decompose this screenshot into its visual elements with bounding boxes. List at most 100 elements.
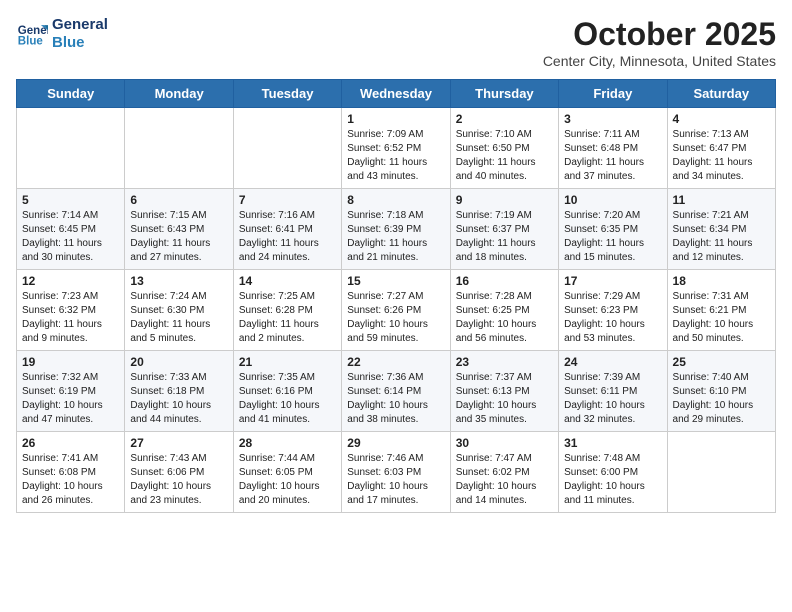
day-number: 24 [564,355,661,369]
calendar-cell: 14 Sunrise: 7:25 AMSunset: 6:28 PMDaylig… [233,270,341,351]
calendar-cell: 18 Sunrise: 7:31 AMSunset: 6:21 PMDaylig… [667,270,775,351]
day-info: Sunrise: 7:48 AMSunset: 6:00 PMDaylight:… [564,452,661,508]
day-info: Sunrise: 7:18 AMSunset: 6:39 PMDaylight:… [347,209,444,265]
day-info: Sunrise: 7:13 AMSunset: 6:47 PMDaylight:… [673,128,770,184]
day-number: 15 [347,274,444,288]
day-info: Sunrise: 7:40 AMSunset: 6:10 PMDaylight:… [673,371,770,427]
calendar-cell: 8 Sunrise: 7:18 AMSunset: 6:39 PMDayligh… [342,189,450,270]
day-info: Sunrise: 7:46 AMSunset: 6:03 PMDaylight:… [347,452,444,508]
calendar-cell: 15 Sunrise: 7:27 AMSunset: 6:26 PMDaylig… [342,270,450,351]
calendar-cell: 16 Sunrise: 7:28 AMSunset: 6:25 PMDaylig… [450,270,558,351]
column-header-saturday: Saturday [667,80,775,108]
day-number: 7 [239,193,336,207]
day-number: 14 [239,274,336,288]
calendar-cell [667,432,775,513]
calendar-cell: 5 Sunrise: 7:14 AMSunset: 6:45 PMDayligh… [17,189,125,270]
day-info: Sunrise: 7:19 AMSunset: 6:37 PMDaylight:… [456,209,553,265]
calendar-header-row: SundayMondayTuesdayWednesdayThursdayFrid… [17,80,776,108]
calendar-cell: 12 Sunrise: 7:23 AMSunset: 6:32 PMDaylig… [17,270,125,351]
calendar-cell: 17 Sunrise: 7:29 AMSunset: 6:23 PMDaylig… [559,270,667,351]
calendar-cell: 4 Sunrise: 7:13 AMSunset: 6:47 PMDayligh… [667,108,775,189]
day-info: Sunrise: 7:36 AMSunset: 6:14 PMDaylight:… [347,371,444,427]
day-info: Sunrise: 7:28 AMSunset: 6:25 PMDaylight:… [456,290,553,346]
logo-blue: Blue [52,34,108,52]
day-info: Sunrise: 7:27 AMSunset: 6:26 PMDaylight:… [347,290,444,346]
day-number: 25 [673,355,770,369]
day-info: Sunrise: 7:47 AMSunset: 6:02 PMDaylight:… [456,452,553,508]
column-header-tuesday: Tuesday [233,80,341,108]
svg-text:Blue: Blue [18,36,44,48]
month-title: October 2025 [543,16,776,53]
day-number: 1 [347,112,444,126]
day-number: 17 [564,274,661,288]
day-number: 5 [22,193,119,207]
column-header-monday: Monday [125,80,233,108]
day-info: Sunrise: 7:37 AMSunset: 6:13 PMDaylight:… [456,371,553,427]
day-info: Sunrise: 7:39 AMSunset: 6:11 PMDaylight:… [564,371,661,427]
day-number: 21 [239,355,336,369]
calendar-cell: 20 Sunrise: 7:33 AMSunset: 6:18 PMDaylig… [125,351,233,432]
calendar-cell: 25 Sunrise: 7:40 AMSunset: 6:10 PMDaylig… [667,351,775,432]
day-number: 4 [673,112,770,126]
day-number: 23 [456,355,553,369]
day-info: Sunrise: 7:16 AMSunset: 6:41 PMDaylight:… [239,209,336,265]
title-block: October 2025 Center City, Minnesota, Uni… [543,16,776,69]
logo-general: General [52,16,108,34]
day-info: Sunrise: 7:14 AMSunset: 6:45 PMDaylight:… [22,209,119,265]
day-number: 16 [456,274,553,288]
day-info: Sunrise: 7:09 AMSunset: 6:52 PMDaylight:… [347,128,444,184]
day-info: Sunrise: 7:24 AMSunset: 6:30 PMDaylight:… [130,290,227,346]
calendar-week-5: 26 Sunrise: 7:41 AMSunset: 6:08 PMDaylig… [17,432,776,513]
calendar-cell: 6 Sunrise: 7:15 AMSunset: 6:43 PMDayligh… [125,189,233,270]
calendar-cell: 13 Sunrise: 7:24 AMSunset: 6:30 PMDaylig… [125,270,233,351]
logo-icon: General Blue [16,18,48,50]
day-info: Sunrise: 7:35 AMSunset: 6:16 PMDaylight:… [239,371,336,427]
calendar-cell: 24 Sunrise: 7:39 AMSunset: 6:11 PMDaylig… [559,351,667,432]
calendar-cell: 19 Sunrise: 7:32 AMSunset: 6:19 PMDaylig… [17,351,125,432]
day-info: Sunrise: 7:20 AMSunset: 6:35 PMDaylight:… [564,209,661,265]
day-number: 11 [673,193,770,207]
calendar-cell: 31 Sunrise: 7:48 AMSunset: 6:00 PMDaylig… [559,432,667,513]
calendar-cell: 7 Sunrise: 7:16 AMSunset: 6:41 PMDayligh… [233,189,341,270]
calendar-cell: 11 Sunrise: 7:21 AMSunset: 6:34 PMDaylig… [667,189,775,270]
day-info: Sunrise: 7:23 AMSunset: 6:32 PMDaylight:… [22,290,119,346]
calendar-cell: 21 Sunrise: 7:35 AMSunset: 6:16 PMDaylig… [233,351,341,432]
day-number: 31 [564,436,661,450]
day-number: 3 [564,112,661,126]
day-number: 28 [239,436,336,450]
day-info: Sunrise: 7:33 AMSunset: 6:18 PMDaylight:… [130,371,227,427]
calendar-cell: 2 Sunrise: 7:10 AMSunset: 6:50 PMDayligh… [450,108,558,189]
column-header-friday: Friday [559,80,667,108]
page-header: General Blue General Blue October 2025 C… [16,16,776,69]
day-number: 6 [130,193,227,207]
day-info: Sunrise: 7:15 AMSunset: 6:43 PMDaylight:… [130,209,227,265]
calendar-cell: 27 Sunrise: 7:43 AMSunset: 6:06 PMDaylig… [125,432,233,513]
calendar-cell: 22 Sunrise: 7:36 AMSunset: 6:14 PMDaylig… [342,351,450,432]
day-number: 26 [22,436,119,450]
day-info: Sunrise: 7:31 AMSunset: 6:21 PMDaylight:… [673,290,770,346]
calendar-week-2: 5 Sunrise: 7:14 AMSunset: 6:45 PMDayligh… [17,189,776,270]
calendar-cell: 1 Sunrise: 7:09 AMSunset: 6:52 PMDayligh… [342,108,450,189]
calendar-cell [17,108,125,189]
day-number: 12 [22,274,119,288]
calendar-cell: 9 Sunrise: 7:19 AMSunset: 6:37 PMDayligh… [450,189,558,270]
calendar-cell: 3 Sunrise: 7:11 AMSunset: 6:48 PMDayligh… [559,108,667,189]
calendar-week-4: 19 Sunrise: 7:32 AMSunset: 6:19 PMDaylig… [17,351,776,432]
day-number: 27 [130,436,227,450]
calendar-week-1: 1 Sunrise: 7:09 AMSunset: 6:52 PMDayligh… [17,108,776,189]
day-info: Sunrise: 7:25 AMSunset: 6:28 PMDaylight:… [239,290,336,346]
calendar-cell: 10 Sunrise: 7:20 AMSunset: 6:35 PMDaylig… [559,189,667,270]
calendar-cell [125,108,233,189]
day-info: Sunrise: 7:10 AMSunset: 6:50 PMDaylight:… [456,128,553,184]
day-info: Sunrise: 7:21 AMSunset: 6:34 PMDaylight:… [673,209,770,265]
day-number: 29 [347,436,444,450]
day-info: Sunrise: 7:43 AMSunset: 6:06 PMDaylight:… [130,452,227,508]
calendar-cell: 26 Sunrise: 7:41 AMSunset: 6:08 PMDaylig… [17,432,125,513]
calendar-cell: 28 Sunrise: 7:44 AMSunset: 6:05 PMDaylig… [233,432,341,513]
day-number: 18 [673,274,770,288]
day-number: 13 [130,274,227,288]
calendar-table: SundayMondayTuesdayWednesdayThursdayFrid… [16,79,776,513]
day-number: 30 [456,436,553,450]
day-number: 8 [347,193,444,207]
day-info: Sunrise: 7:41 AMSunset: 6:08 PMDaylight:… [22,452,119,508]
